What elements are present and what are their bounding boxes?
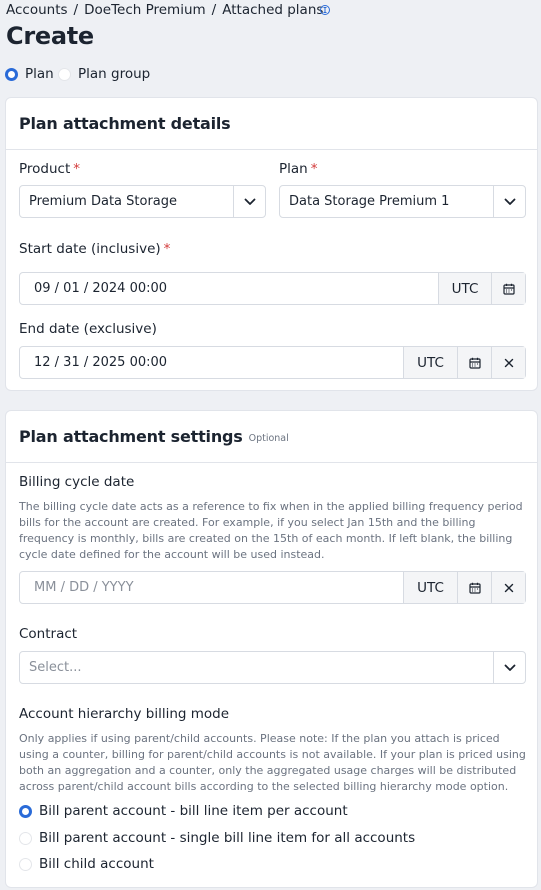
plan-select-value: Data Storage Premium 1 bbox=[289, 194, 450, 209]
billing-cycle-help: The billing cycle date acts as a referen… bbox=[19, 500, 523, 561]
end-date-timezone: UTC bbox=[403, 347, 457, 378]
product-label-text: Product bbox=[19, 161, 71, 177]
end-date-label-text: End date (exclusive) bbox=[19, 321, 157, 337]
hierarchy-option-indicator[interactable] bbox=[19, 831, 32, 845]
hierarchy-option-indicator[interactable] bbox=[19, 857, 32, 871]
start-date-input[interactable]: 09 / 01 / 2024 00:00 UTC bbox=[19, 272, 526, 305]
card-header: Plan attachment details bbox=[6, 98, 537, 150]
breadcrumb-separator: / bbox=[211, 2, 217, 18]
plan-label-text: Plan bbox=[279, 161, 308, 177]
card-header: Plan attachment settings Optional bbox=[6, 411, 537, 463]
plan-attachment-details-card: Plan attachment details Product * Premium… bbox=[5, 97, 538, 391]
card-title: Plan attachment settings bbox=[19, 427, 243, 446]
start-date-label-text: Start date (inclusive) bbox=[19, 241, 161, 257]
start-date-timezone: UTC bbox=[438, 273, 491, 304]
hierarchy-option-label: Bill parent account - single bill line i… bbox=[39, 830, 416, 846]
breadcrumb: Accounts / DoeTech Premium / Attached plans bbox=[6, 2, 330, 18]
contract-select-placeholder: Select... bbox=[29, 660, 82, 675]
radio-plan-indicator[interactable] bbox=[5, 67, 18, 81]
hierarchy-mode-help: Only applies if using parent/child accou… bbox=[19, 732, 526, 793]
card-title: Plan attachment details bbox=[19, 114, 231, 133]
close-icon[interactable] bbox=[491, 572, 525, 603]
hierarchy-option-per-account[interactable]: Bill parent account - bill line item per… bbox=[19, 803, 348, 819]
billing-cycle-date-input[interactable]: MM / DD / YYYY UTC bbox=[19, 571, 526, 604]
end-date-input[interactable]: 12 / 31 / 2025 00:00 UTC bbox=[19, 346, 526, 379]
radio-plan-label: Plan bbox=[25, 66, 54, 82]
hierarchy-mode-label: Account hierarchy billing mode bbox=[19, 706, 230, 722]
hierarchy-option-child[interactable]: Bill child account bbox=[19, 856, 154, 872]
radio-plan[interactable]: Plan bbox=[5, 66, 54, 82]
calendar-icon[interactable] bbox=[457, 347, 491, 378]
billing-cycle-timezone: UTC bbox=[403, 572, 457, 603]
optional-tag: Optional bbox=[248, 432, 289, 444]
plan-select[interactable]: Data Storage Premium 1 bbox=[279, 185, 526, 218]
required-marker: * bbox=[73, 161, 81, 177]
close-icon[interactable] bbox=[491, 347, 525, 378]
hierarchy-option-label: Bill parent account - bill line item per… bbox=[39, 803, 348, 819]
product-select-value: Premium Data Storage bbox=[29, 194, 178, 209]
start-date-label: Start date (inclusive) * bbox=[19, 241, 170, 257]
chevron-down-icon[interactable] bbox=[493, 186, 525, 217]
radio-plan-group-indicator[interactable] bbox=[58, 67, 71, 81]
breadcrumb-accounts-link[interactable]: Accounts bbox=[6, 2, 68, 18]
product-label: Product * bbox=[19, 161, 80, 177]
hierarchy-option-indicator[interactable] bbox=[19, 804, 32, 818]
plan-label: Plan * bbox=[279, 161, 317, 177]
product-select[interactable]: Premium Data Storage bbox=[19, 185, 266, 218]
calendar-icon[interactable] bbox=[457, 572, 491, 603]
contract-select[interactable]: Select... bbox=[19, 651, 526, 684]
hierarchy-option-single-line[interactable]: Bill parent account - single bill line i… bbox=[19, 830, 415, 846]
billing-cycle-date-placeholder[interactable]: MM / DD / YYYY bbox=[20, 580, 403, 595]
breadcrumb-separator: / bbox=[73, 2, 79, 18]
calendar-icon[interactable] bbox=[491, 273, 525, 304]
radio-plan-group[interactable]: Plan group bbox=[58, 66, 150, 82]
end-date-value[interactable]: 12 / 31 / 2025 00:00 bbox=[20, 355, 403, 370]
hierarchy-option-label: Bill child account bbox=[39, 856, 154, 872]
text-cursor-icon bbox=[319, 5, 330, 15]
breadcrumb-account-link[interactable]: DoeTech Premium bbox=[84, 2, 206, 18]
end-date-label: End date (exclusive) bbox=[19, 321, 157, 337]
page-title: Create bbox=[6, 22, 94, 50]
breadcrumb-current: Attached plans bbox=[222, 2, 324, 18]
radio-plan-group-label: Plan group bbox=[78, 66, 151, 82]
plan-attachment-settings-card: Plan attachment settings Optional Billin… bbox=[5, 410, 538, 888]
billing-cycle-label: Billing cycle date bbox=[19, 474, 135, 490]
contract-label: Contract bbox=[19, 626, 78, 642]
chevron-down-icon[interactable] bbox=[493, 652, 525, 683]
required-marker: * bbox=[163, 241, 171, 257]
required-marker: * bbox=[310, 161, 318, 177]
start-date-value[interactable]: 09 / 01 / 2024 00:00 bbox=[20, 281, 438, 296]
chevron-down-icon[interactable] bbox=[233, 186, 265, 217]
